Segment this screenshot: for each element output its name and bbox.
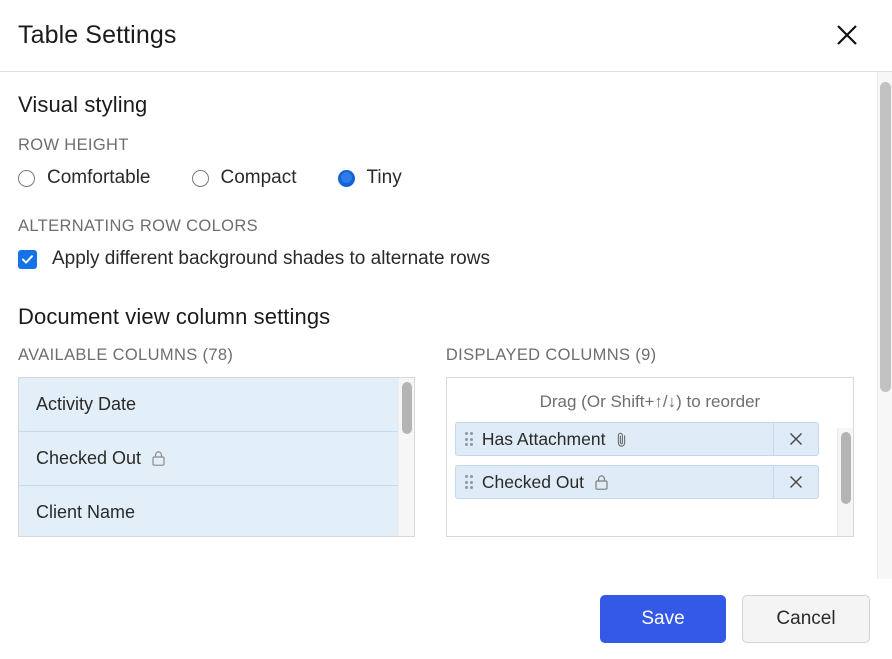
visual-styling-heading: Visual styling [18, 92, 860, 118]
row-height-radio-group: Comfortable Compact Tiny [18, 167, 860, 189]
available-columns-heading: AVAILABLE COLUMNS (78) [18, 346, 446, 365]
displayed-columns-list[interactable]: Drag (Or Shift+↑/↓) to reorder Has Attac… [446, 377, 854, 537]
columns-panels: AVAILABLE COLUMNS (78) Activity Date Che… [18, 346, 860, 537]
column-settings-heading: Document view column settings [18, 304, 860, 330]
save-button[interactable]: Save [600, 595, 726, 643]
available-columns-list[interactable]: Activity Date Checked Out [18, 377, 415, 537]
close-button[interactable] [826, 14, 868, 56]
alternate-rows-checkbox-label: Apply different background shades to alt… [52, 248, 490, 270]
displayed-columns-heading: DISPLAYED COLUMNS (9) [446, 346, 860, 365]
drag-handle-icon[interactable] [456, 466, 482, 498]
radio-label-comfortable: Comfortable [47, 167, 151, 189]
displayed-list-scrollbar[interactable] [837, 428, 853, 537]
available-item-label: Checked Out [36, 448, 141, 469]
cancel-button[interactable]: Cancel [742, 595, 870, 643]
row-height-label: ROW HEIGHT [18, 136, 860, 155]
lock-icon [594, 474, 609, 491]
displayed-columns-panel: DISPLAYED COLUMNS (9) Drag (Or Shift+↑/↓… [446, 346, 860, 537]
page-title: Table Settings [18, 21, 176, 50]
displayed-chip-label: Has Attachment [482, 429, 606, 450]
available-list-scrollbar[interactable] [398, 378, 414, 536]
list-item[interactable]: Client Name [19, 486, 399, 537]
dialog-body-scrollbar[interactable] [877, 72, 892, 579]
available-item-label: Client Name [36, 502, 135, 523]
displayed-column-chip[interactable]: Has Attachment [455, 422, 819, 456]
close-icon [788, 474, 804, 490]
paperclip-icon [615, 431, 629, 448]
checkmark-icon [21, 253, 34, 266]
radio-option-tiny[interactable]: Tiny [338, 167, 402, 189]
list-item[interactable]: Activity Date [19, 378, 399, 432]
radio-option-compact[interactable]: Compact [192, 167, 297, 189]
radio-label-tiny: Tiny [367, 167, 402, 189]
checkbox-checked-icon [18, 250, 37, 269]
drag-handle-icon[interactable] [456, 423, 482, 455]
dialog-body: Visual styling ROW HEIGHT Comfortable Co… [0, 72, 892, 579]
remove-column-button[interactable] [773, 466, 818, 498]
radio-label-compact: Compact [221, 167, 297, 189]
scrollbar-thumb[interactable] [841, 432, 851, 504]
radio-circle-icon [192, 170, 209, 187]
radio-circle-selected-icon [338, 170, 355, 187]
radio-option-comfortable[interactable]: Comfortable [18, 167, 151, 189]
available-columns-panel: AVAILABLE COLUMNS (78) Activity Date Che… [18, 346, 446, 537]
displayed-chip-label-wrap: Checked Out [482, 466, 773, 498]
lock-icon [151, 450, 166, 467]
dialog-header: Table Settings [0, 0, 892, 72]
displayed-chip-label: Checked Out [482, 472, 584, 493]
radio-circle-icon [18, 170, 35, 187]
alternating-row-colors-label: ALTERNATING ROW COLORS [18, 217, 860, 236]
displayed-chip-label-wrap: Has Attachment [482, 423, 773, 455]
table-settings-dialog: Table Settings Visual styling ROW HEIGHT… [0, 0, 892, 659]
close-icon [834, 22, 860, 48]
scrollbar-thumb[interactable] [880, 82, 891, 392]
dialog-footer: Save Cancel [0, 579, 892, 659]
reorder-hint: Drag (Or Shift+↑/↓) to reorder [447, 378, 853, 422]
list-item[interactable]: Checked Out [19, 432, 399, 486]
remove-column-button[interactable] [773, 423, 818, 455]
alternate-rows-checkbox[interactable]: Apply different background shades to alt… [18, 248, 860, 270]
scrollbar-thumb[interactable] [402, 382, 412, 434]
available-item-label: Activity Date [36, 394, 136, 415]
close-icon [788, 431, 804, 447]
displayed-column-chip[interactable]: Checked Out [455, 465, 819, 499]
